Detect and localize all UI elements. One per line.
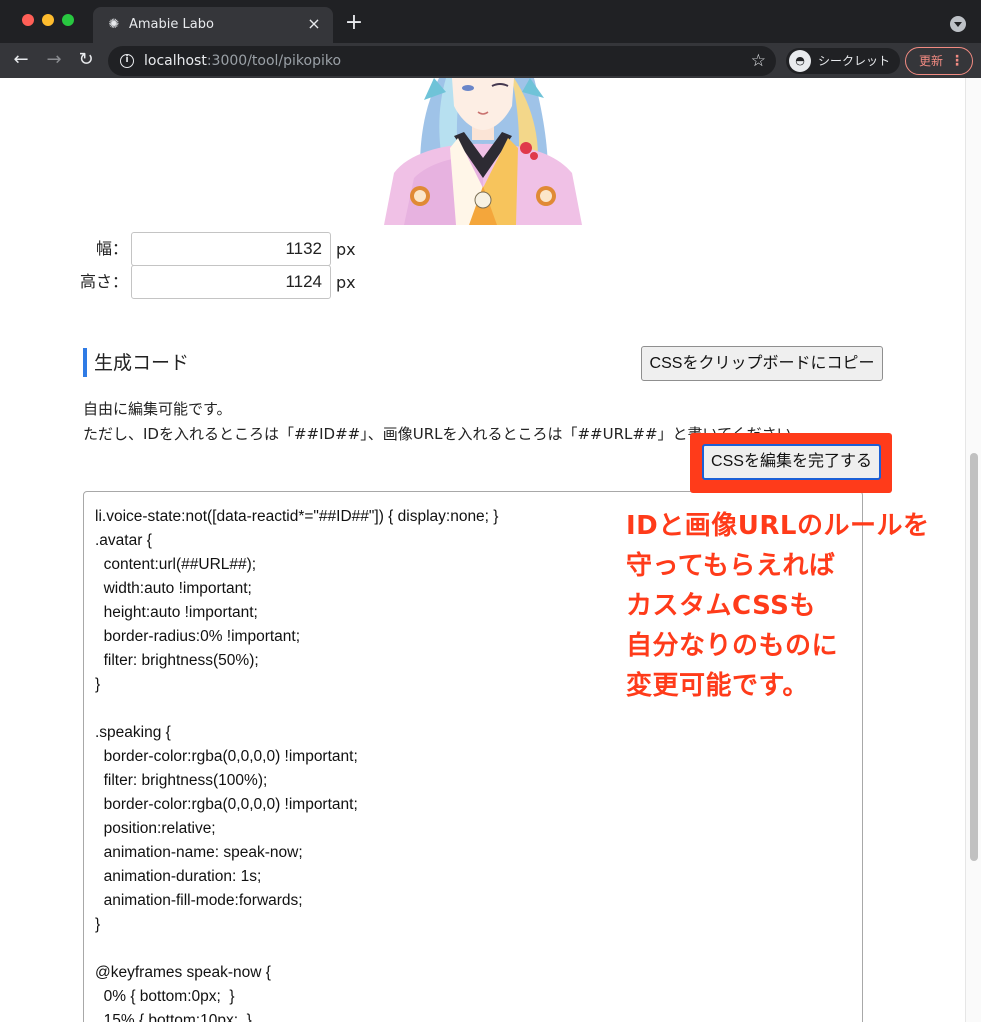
- zoom-window-button[interactable]: [62, 14, 74, 26]
- code-line: position:relative;: [95, 820, 216, 837]
- vertical-scrollbar[interactable]: [965, 78, 981, 1022]
- character-illustration: [384, 78, 582, 225]
- code-line: animation-fill-mode:forwards;: [95, 892, 303, 909]
- new-tab-icon[interactable]: +: [343, 12, 365, 34]
- callout-line: 自分なりのものに: [626, 631, 839, 661]
- callout-line: IDと画像URLのルールを: [626, 511, 930, 541]
- update-label: 更新: [919, 54, 944, 68]
- description-line-1: 自由に編集可能です。: [83, 400, 232, 418]
- site-info-icon[interactable]: i: [120, 54, 134, 68]
- height-label: 高さ：: [79, 272, 128, 291]
- browser-toolbar: ← → ↻ i localhost:3000/tool/pikopiko ☆ ◓…: [0, 43, 981, 78]
- code-line: border-color:rgba(0,0,0,0) !important;: [95, 748, 358, 765]
- more-menu-icon[interactable]: ⋮: [950, 52, 964, 70]
- code-line: .speaking {: [95, 724, 171, 741]
- section-accent-bar: [83, 348, 87, 377]
- code-line: @keyframes speak-now {: [95, 964, 271, 981]
- code-line: 0% { bottom:0px; }: [95, 988, 235, 1005]
- address-bar[interactable]: i localhost:3000/tool/pikopiko ☆: [108, 46, 776, 76]
- width-input[interactable]: [131, 232, 331, 266]
- callout-line: 守ってもらえれば: [626, 551, 836, 581]
- width-label: 幅：: [95, 239, 128, 258]
- annotation-callout: IDと画像URLのルールを 守ってもらえれば カスタムCSSも 自分なりのものに 変更可…: [626, 506, 962, 706]
- tab-search-icon[interactable]: [950, 16, 966, 32]
- height-unit: px: [336, 273, 356, 292]
- incognito-indicator[interactable]: ◓ シークレット: [786, 48, 900, 74]
- forward-arrow-icon[interactable]: →: [43, 49, 65, 71]
- code-line: animation-name: speak-now;: [95, 844, 303, 861]
- character-image: [384, 78, 582, 225]
- code-line: animation-duration: 1s;: [95, 868, 262, 885]
- tab-title: Amabie Labo: [129, 17, 214, 32]
- close-tab-icon[interactable]: ×: [305, 15, 323, 33]
- incognito-label: シークレット: [818, 54, 891, 68]
- url-text: localhost:3000/tool/pikopiko: [144, 53, 342, 69]
- code-line: border-color:rgba(0,0,0,0) !important;: [95, 796, 358, 813]
- incognito-icon: ◓: [789, 50, 811, 72]
- code-line: 15% { bottom:10px; }: [95, 1012, 252, 1022]
- code-line: }: [95, 916, 101, 933]
- callout-line: カスタムCSSも: [626, 591, 816, 621]
- reload-icon[interactable]: ↻: [75, 49, 97, 71]
- finish-editing-button[interactable]: CSSを編集を完了する: [702, 444, 881, 480]
- page-viewport: 幅： px 高さ： px 生成コード CSSをクリップボードにコピー 自由に編集…: [0, 78, 965, 1022]
- scrollbar-thumb[interactable]: [970, 453, 978, 861]
- site-favicon-icon: ✺: [108, 17, 120, 32]
- callout-line: 変更可能です。: [626, 671, 809, 701]
- browser-tab[interactable]: ✺ Amabie Labo ×: [93, 7, 333, 43]
- annotation-highlight-box: CSSを編集を完了する: [690, 433, 892, 493]
- back-arrow-icon[interactable]: ←: [10, 49, 32, 71]
- bookmark-star-icon[interactable]: ☆: [751, 51, 766, 71]
- copy-css-button[interactable]: CSSをクリップボードにコピー: [641, 346, 883, 381]
- code-line: filter: brightness(100%);: [95, 772, 268, 789]
- width-unit: px: [336, 240, 356, 259]
- height-input[interactable]: [131, 265, 331, 299]
- close-window-button[interactable]: [22, 14, 34, 26]
- browser-tab-strip: ✺ Amabie Labo × +: [0, 0, 981, 43]
- section-title: 生成コード: [94, 352, 190, 374]
- update-button[interactable]: 更新 ⋮: [905, 47, 973, 75]
- minimize-window-button[interactable]: [42, 14, 54, 26]
